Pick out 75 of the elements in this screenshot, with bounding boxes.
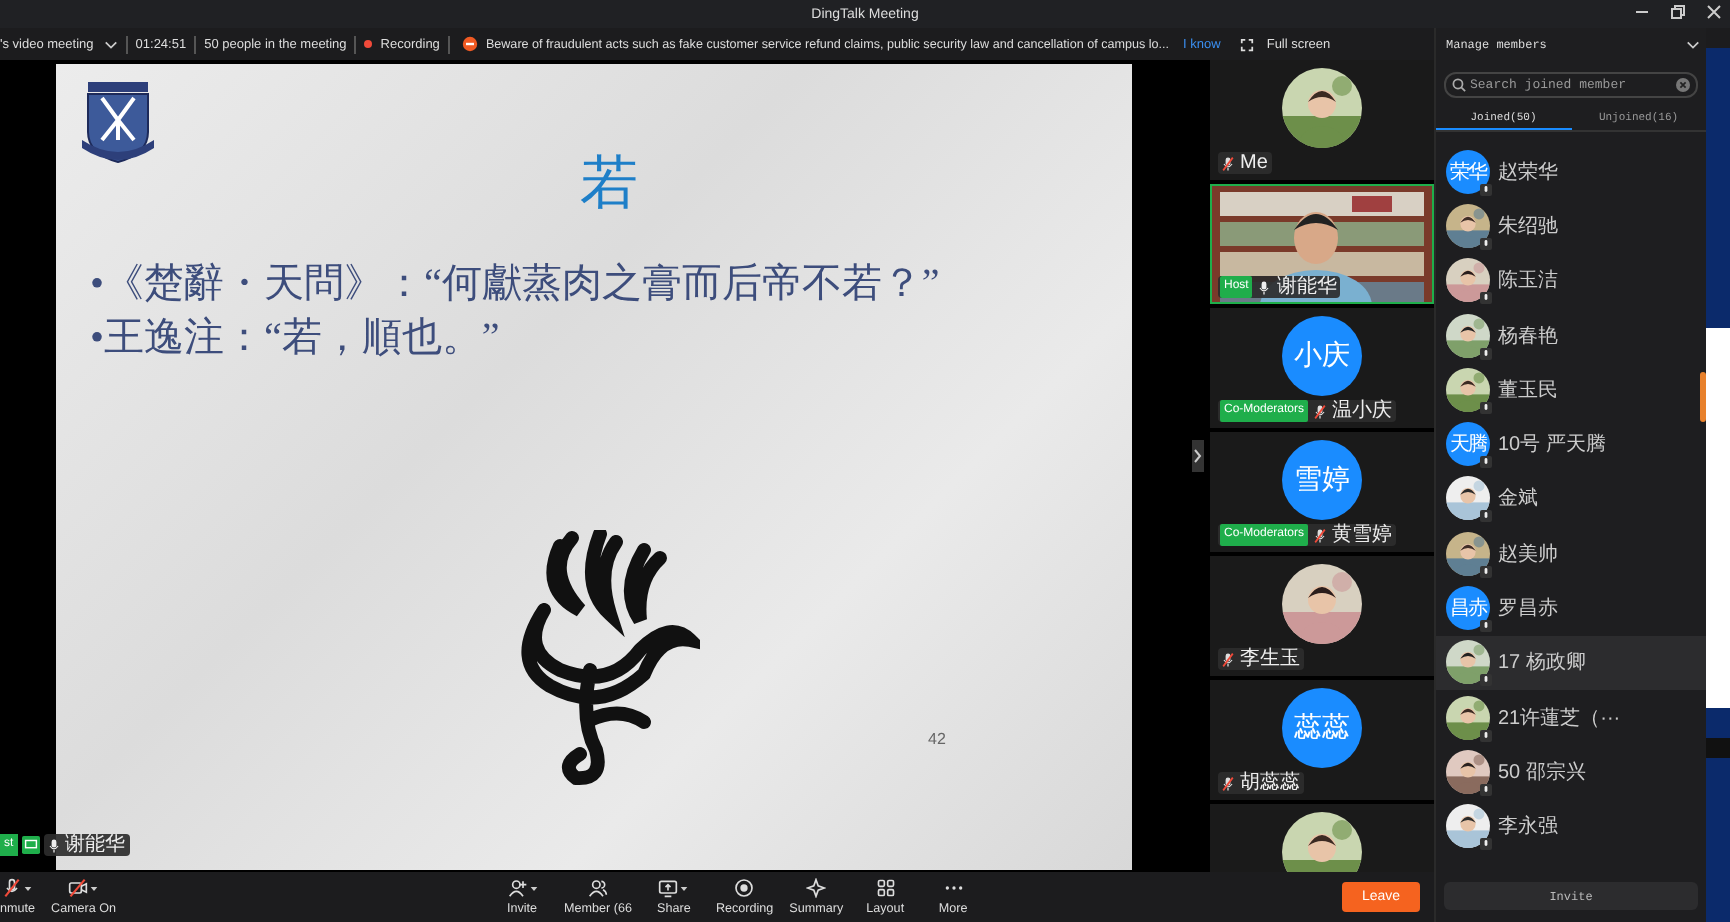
mic-badge-icon [1480,729,1492,742]
screen-share-icon [658,878,679,898]
avatar: 荣华 [1446,149,1490,194]
avatar: 蕊蕊 [1282,688,1362,768]
member-row[interactable]: 李永强 [1436,799,1706,854]
member-name: 李永强 [1498,813,1558,841]
member-name: 罗昌赤 [1498,595,1558,623]
member-row[interactable]: 杨春艳 [1436,307,1706,363]
member-name: 赵荣华 [1498,159,1558,186]
mic-badge-icon [1480,620,1492,633]
member-row[interactable]: 21许蓮芝（··· [1436,689,1706,745]
member-name: 杨春艳 [1498,323,1558,350]
member-row[interactable]: 50 邵宗兴 [1436,744,1706,800]
mic-badge-icon [1480,783,1492,796]
muted-mic-icon [2,878,23,898]
slide-bullet: •《楚辭・天問》：“何獻蒸肉之膏而后帝不若？” [90,260,940,310]
member-name: 董玉民 [1498,377,1558,404]
camera-off-icon [68,878,89,898]
member-row[interactable]: 天腾 10号 严天腾 [1436,416,1706,472]
search-icon [1452,78,1466,92]
avatar: 小庆 [1282,316,1362,396]
mic-badge-icon [1480,565,1492,578]
mic-badge-icon [1480,674,1492,687]
member-name: 21许蓮芝（··· [1498,705,1621,732]
screen-share-icon [21,836,40,854]
sparkle-icon [806,878,827,898]
close-icon[interactable] [1706,4,1722,20]
chevron-icon [103,39,118,49]
mic-badge-icon [1480,510,1492,523]
mic-badge-icon [1480,292,1492,305]
avatar: 昌赤 [1446,586,1490,631]
grid-icon [875,878,896,898]
warning-icon [461,36,478,52]
scrollbar[interactable] [1700,372,1706,422]
member-row[interactable]: 朱绍驰 [1436,198,1706,254]
participant-name: 黄雪婷 [1332,524,1393,546]
member-name: 朱绍驰 [1498,213,1558,240]
mic-badge-icon [1480,401,1492,414]
member-row[interactable]: 金斌 [1436,471,1706,527]
mic-badge-icon [1480,838,1492,851]
participant-name: 胡蕊蕊 [1240,772,1300,794]
member-name: 赵美帅 [1498,541,1558,568]
school-logo [80,80,156,164]
member-name: 17 杨政卿 [1498,649,1586,677]
add-person-icon [507,878,527,898]
member-row[interactable]: 陈玉洁 [1436,253,1706,308]
avatar: 天腾 [1446,422,1490,467]
member-name: 50 邵宗兴 [1498,759,1586,786]
member-row[interactable]: 昌赤 罗昌赤 [1436,580,1706,636]
participant-name: 谢能华 [1276,276,1337,298]
mic-badge-icon [1480,347,1492,360]
mic-badge-icon [1480,456,1492,469]
participant-name: 谢能华 [65,834,126,856]
member-name: 金斌 [1498,485,1538,513]
record-icon [734,878,755,898]
member-row[interactable]: 荣华 赵荣华 [1436,144,1706,199]
avatar: 雪婷 [1282,440,1362,520]
participant-name: 李生玉 [1240,648,1300,670]
participant-name: 温小庆 [1332,400,1393,422]
member-name: 陈玉洁 [1498,267,1558,295]
member-row[interactable]: 赵美帅 [1436,526,1706,581]
people-icon [587,878,608,898]
clear-icon[interactable] [1676,78,1690,92]
slide-bullet: •王逸注：“若，順也。” [90,314,500,364]
page-number: 42 [928,730,946,748]
mic-badge-icon [1480,237,1492,250]
participant-name: Me [1240,152,1268,174]
member-row[interactable]: 17 杨政卿 [1436,635,1706,690]
restore-icon[interactable] [1670,4,1686,20]
slide-title: 若 [580,148,638,218]
mic-badge-icon [1480,183,1492,196]
member-row[interactable]: 董玉民 [1436,362,1706,417]
chevron-icon[interactable] [1686,39,1700,49]
member-name: 10号 严天腾 [1498,431,1606,459]
fullscreen-icon [1240,37,1255,51]
